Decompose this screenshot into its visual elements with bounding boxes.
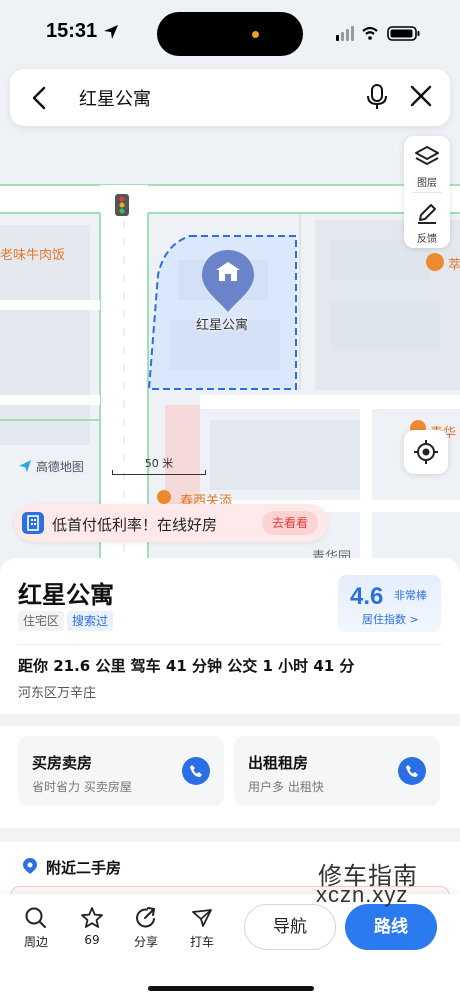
amap-logo-icon bbox=[18, 459, 32, 476]
toolbar-label: 分享 bbox=[133, 935, 158, 949]
feedback-label: 反馈 bbox=[417, 234, 437, 245]
service-subtitle: 用户多 出租快 bbox=[248, 780, 324, 794]
service-title: 买房卖房 bbox=[32, 754, 93, 772]
cellular-signal-icon bbox=[336, 26, 354, 41]
back-chevron-icon[interactable] bbox=[26, 84, 54, 112]
map-brand: 高德地图 bbox=[18, 458, 84, 476]
star-icon bbox=[81, 907, 103, 928]
place-title: 红星公寓 bbox=[18, 581, 114, 609]
phone-button[interactable] bbox=[398, 757, 426, 785]
toolbar-favorite[interactable]: 69 bbox=[70, 906, 114, 947]
microphone-icon[interactable] bbox=[366, 83, 388, 111]
place-address: 河东区万辛庄 bbox=[18, 686, 97, 701]
phone-icon bbox=[190, 765, 202, 777]
route-button[interactable]: 路线 bbox=[345, 904, 437, 950]
locate-crosshair-icon bbox=[414, 440, 438, 464]
bottom-toolbar: 周边 69 分享 打车 导航 路线 bbox=[0, 894, 460, 1000]
tag-searched[interactable]: 搜索过 bbox=[67, 611, 114, 631]
navigate-button[interactable]: 导航 bbox=[244, 904, 336, 950]
location-arrow-icon bbox=[104, 25, 118, 39]
map-tool-panel: 图层 反馈 bbox=[404, 136, 450, 248]
service-title: 出租租房 bbox=[248, 754, 309, 772]
rating-score: 4.6 bbox=[350, 583, 384, 610]
service-card-rent[interactable]: 出租租房 用户多 出租快 bbox=[234, 736, 440, 806]
promo-text: 低首付低利率！在线好房 bbox=[52, 516, 218, 534]
close-icon[interactable] bbox=[408, 83, 434, 109]
layers-label: 图层 bbox=[417, 178, 437, 189]
wifi-icon bbox=[362, 26, 378, 40]
toolbar-label: 打车 bbox=[189, 935, 214, 949]
map-brand-text: 高德地图 bbox=[35, 460, 84, 474]
nearby-section-title[interactable]: 附近二手房 bbox=[46, 857, 121, 878]
promo-button[interactable]: 去看看 bbox=[261, 511, 318, 535]
distance-info: 距你 21.6 公里 驾车 41 分钟 公交 1 小时 41 分 bbox=[18, 657, 355, 675]
search-bar[interactable]: 红星公寓 bbox=[10, 69, 450, 126]
search-icon bbox=[25, 907, 46, 928]
feedback-button[interactable]: 反馈 bbox=[404, 194, 450, 248]
home-indicator[interactable] bbox=[148, 986, 314, 991]
promo-banner[interactable]: 低首付低利率！在线好房 去看看 bbox=[14, 504, 328, 542]
share-icon bbox=[136, 907, 155, 928]
layers-button[interactable]: 图层 bbox=[404, 138, 450, 192]
status-time: 15:31 bbox=[46, 20, 98, 42]
map-scale-text: 50 米 bbox=[144, 457, 174, 470]
service-card-buy-sell[interactable]: 买房卖房 省时省力 买卖房屋 bbox=[18, 736, 224, 806]
locate-me-button[interactable] bbox=[404, 430, 448, 474]
map-label-poi-right[interactable]: 萃 bbox=[448, 254, 460, 273]
toolbar-taxi[interactable]: 打车 bbox=[180, 906, 224, 950]
rating-label: 居住指数 > bbox=[362, 613, 419, 626]
battery-icon bbox=[387, 26, 420, 41]
toolbar-label: 周边 bbox=[23, 935, 48, 949]
layers-icon bbox=[415, 146, 439, 165]
status-icons bbox=[336, 26, 420, 41]
map-scale: 50 米 bbox=[112, 455, 206, 475]
toolbar-share[interactable]: 分享 bbox=[124, 906, 168, 950]
location-pin-icon bbox=[23, 858, 37, 874]
map-label-restaurant[interactable]: 老味牛肉饭 bbox=[0, 244, 65, 263]
toolbar-nearby[interactable]: 周边 bbox=[14, 906, 58, 950]
toolbar-label: 69 bbox=[84, 933, 100, 947]
search-query[interactable]: 红星公寓 bbox=[79, 85, 151, 111]
watermark-url: xczn.xyz bbox=[316, 882, 409, 907]
phone-icon bbox=[406, 765, 418, 777]
phone-button[interactable] bbox=[182, 757, 210, 785]
taxi-hand-icon bbox=[192, 909, 212, 927]
rating-card[interactable]: 4.6 非常棒 居住指数 > bbox=[338, 575, 441, 632]
building-icon bbox=[22, 512, 44, 534]
dynamic-island bbox=[157, 12, 303, 56]
status-bar: 15:31 bbox=[0, 0, 460, 66]
tag-residential: 住宅区 bbox=[18, 611, 65, 631]
service-subtitle: 省时省力 买卖房屋 bbox=[32, 780, 132, 794]
edit-pencil-icon bbox=[418, 204, 436, 224]
rating-word: 非常棒 bbox=[394, 589, 427, 602]
poi-name-label[interactable]: 红星公寓 bbox=[196, 314, 248, 333]
